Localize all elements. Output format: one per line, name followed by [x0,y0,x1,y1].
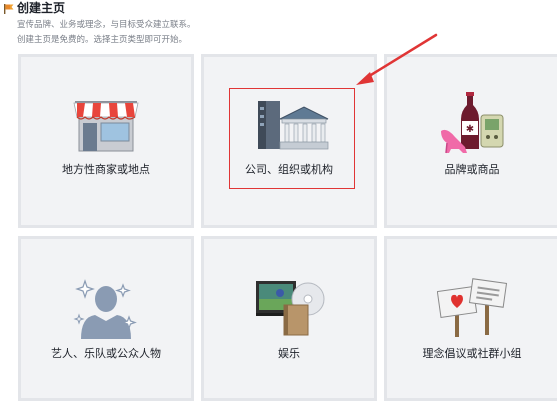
category-label: 娱乐 [278,347,300,360]
page-title: 创建主页 [17,1,66,15]
category-label: 公司、组织或机构 [245,163,333,176]
category-label: 地方性商家或地点 [62,163,150,176]
svg-text:✱: ✱ [466,124,474,135]
category-card-artist-public-figure[interactable]: 艺人、乐队或公众人物 [18,236,194,401]
flag-icon [4,4,14,14]
office-building-icon [258,101,329,150]
category-card-cause-community[interactable]: 理念倡议或社群小组 [384,236,557,401]
cause-signs-icon [437,278,508,337]
public-figure-icon [73,279,137,339]
brand-product-icon: ✱ [441,92,504,154]
category-label: 品牌或商品 [444,163,500,176]
page-description-line1: 宣传品牌、业务或理念，与目标受众建立联系。 [17,20,196,30]
category-label: 艺人、乐队或公众人物 [51,347,161,360]
category-card-brand-product[interactable]: ✱ 品牌或商品 [384,54,557,228]
category-card-entertainment[interactable]: 娱乐 [201,236,377,401]
category-card-local-business[interactable]: 地方性商家或地点 [18,54,194,228]
category-label: 理念倡议或社群小组 [422,347,522,360]
storefront-icon [73,101,139,152]
page-header: 创建主页 宣传品牌、业务或理念，与目标受众建立联系。 创建主页是免费的。选择主页… [0,0,557,50]
category-card-company-organization[interactable]: 公司、组织或机构 [201,54,377,228]
entertainment-icon [256,281,325,336]
page-description-line2: 创建主页是免费的。选择主页类型即可开始。 [17,35,188,45]
